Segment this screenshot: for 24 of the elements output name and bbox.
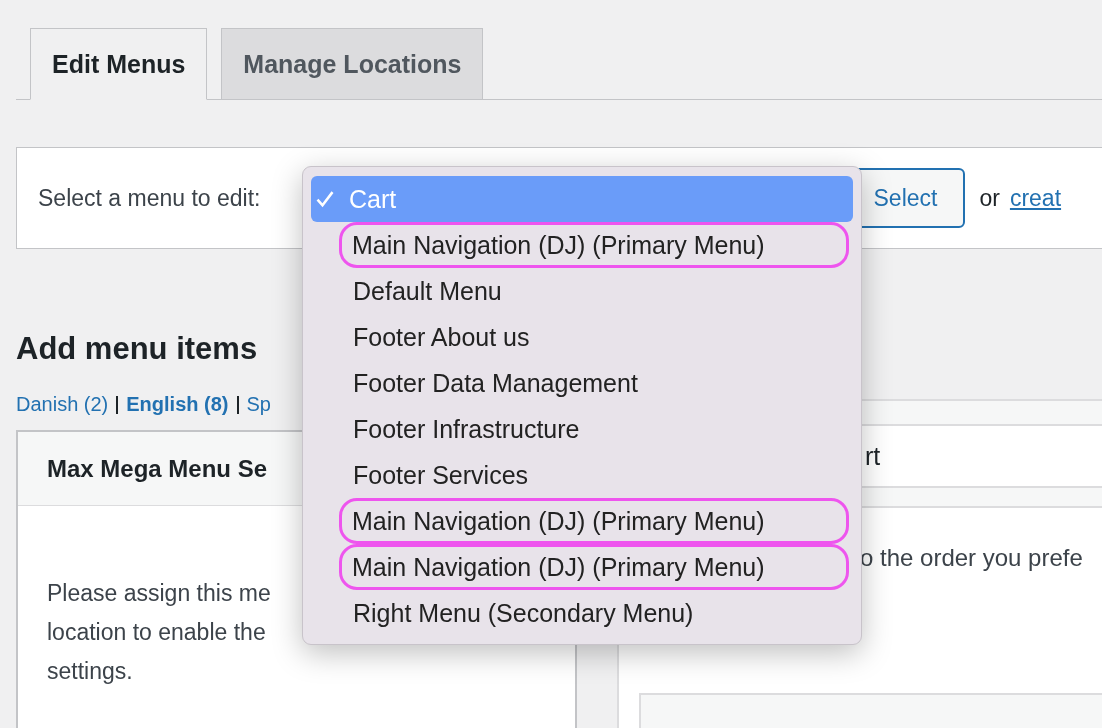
or-text: or: [979, 184, 1000, 212]
dropdown-option[interactable]: Footer Data Management: [311, 360, 853, 406]
check-icon: [315, 189, 335, 209]
dropdown-option[interactable]: Footer Infrastructure: [311, 406, 853, 452]
section-heading: Add menu items: [16, 331, 258, 368]
card-title: Max Mega Menu Se: [47, 454, 268, 483]
dropdown-option[interactable]: Right Menu (Secondary Menu): [311, 590, 853, 636]
dropdown-option[interactable]: Footer About us: [311, 314, 853, 360]
card-text: Please assign this me: [47, 579, 271, 608]
dropdown-option[interactable]: Main Navigation (DJ) (Primary Menu): [339, 222, 849, 268]
menu-name-text: rt: [865, 441, 881, 471]
tab[interactable]: Manage Locations: [221, 28, 484, 100]
select-label: Select a menu to edit:: [38, 184, 261, 212]
dropdown-option[interactable]: Main Navigation (DJ) (Primary Menu): [339, 498, 849, 544]
dropdown-option[interactable]: Main Navigation (DJ) (Primary Menu): [339, 544, 849, 590]
tab[interactable]: Edit Menus: [30, 28, 208, 100]
card-text: location to enable the: [47, 618, 266, 647]
language-link[interactable]: Danish (2): [16, 393, 109, 416]
language-link[interactable]: English (8): [126, 393, 229, 416]
dropdown-option[interactable]: Default Menu: [311, 268, 853, 314]
card-text: settings.: [47, 657, 133, 686]
create-link[interactable]: creat: [1009, 184, 1062, 212]
language-link[interactable]: Sp: [246, 393, 271, 416]
dropdown-option[interactable]: Footer Services: [311, 452, 853, 498]
